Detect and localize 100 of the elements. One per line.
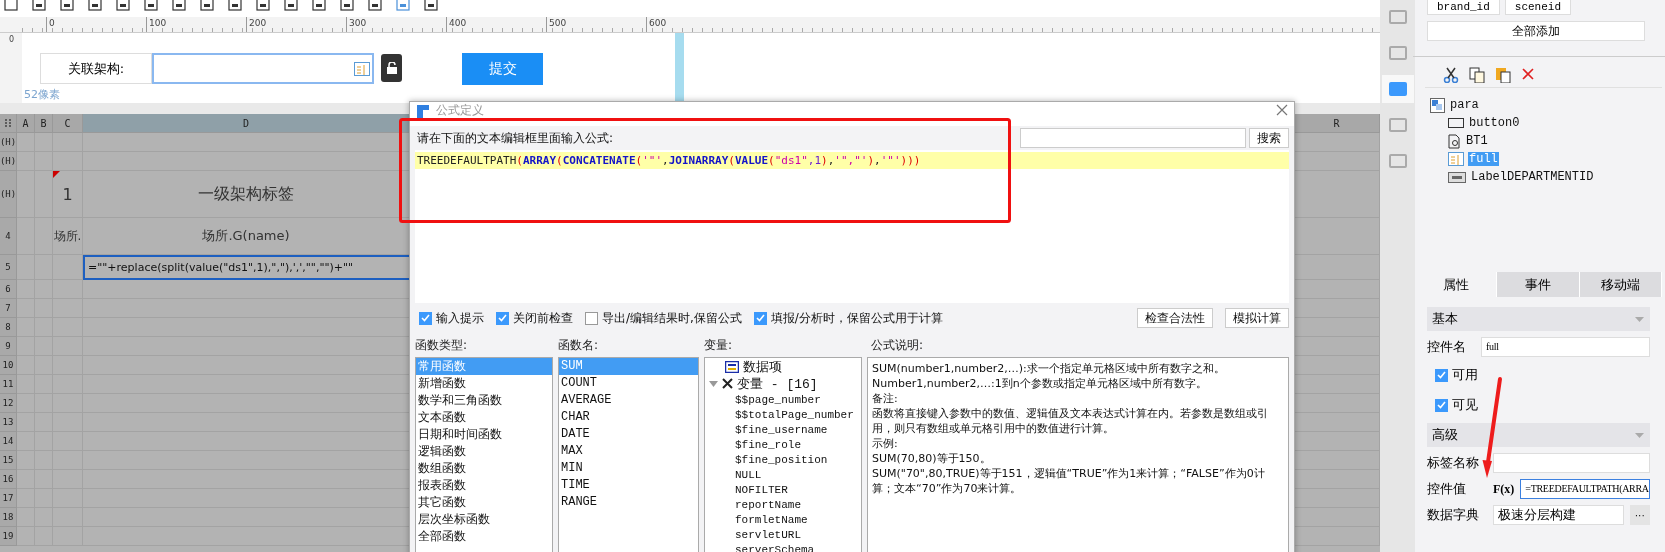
row-header[interactable]: 14	[0, 432, 17, 451]
list-item[interactable]: 层次坐标函数	[416, 511, 552, 528]
tree-item[interactable]: $fine_role	[735, 438, 801, 451]
row-header[interactable]: 11	[0, 375, 17, 394]
list-item[interactable]: DATE	[559, 426, 698, 443]
list-item[interactable]: 数组函数	[416, 460, 552, 477]
search-field[interactable]	[1020, 128, 1246, 148]
list-item[interactable]: TIME	[559, 477, 698, 494]
field-chip[interactable]: sceneid	[1504, 0, 1572, 15]
checkbox[interactable]	[753, 311, 767, 325]
column-header[interactable]: B	[35, 114, 53, 133]
tree-item[interactable]: 数据项	[743, 358, 782, 376]
checkbox[interactable]	[585, 311, 598, 325]
delete-icon[interactable]	[1521, 67, 1535, 81]
list-item[interactable]: 其它函数	[416, 494, 552, 511]
tree-item[interactable]: $fine_username	[735, 423, 828, 436]
row-header[interactable]: 19	[0, 527, 17, 546]
row-header[interactable]: 17	[0, 489, 17, 508]
input-field[interactable]: full	[1481, 337, 1650, 357]
section-header[interactable]: 高级	[1427, 423, 1650, 447]
list-item[interactable]: CHAR	[559, 409, 698, 426]
close-icon[interactable]	[1276, 104, 1288, 116]
tree-item[interactable]: formletName	[735, 513, 808, 526]
row-header[interactable]: 9	[0, 337, 17, 356]
section-header[interactable]: 基本	[1427, 307, 1650, 331]
tree-item[interactable]: BT1	[1465, 134, 1489, 148]
table-cell	[17, 527, 35, 546]
panel-tab[interactable]	[1381, 75, 1414, 103]
row-header[interactable]: 18	[0, 508, 17, 527]
ruler-label: 300	[346, 17, 446, 32]
field-label: 控件名	[1427, 338, 1467, 356]
list-item[interactable]: MAX	[559, 443, 698, 460]
list-item[interactable]: 新增函数	[416, 375, 552, 392]
collapse-arrow-icon[interactable]	[709, 380, 718, 387]
formula-editor[interactable]: TREEDEFAULTPATH(ARRAY(CONCATENATE('"',JOINARRAY(VALUE("ds1",1),'","'),'"')))	[415, 150, 1289, 303]
formula-button[interactable]: F(x)	[1493, 481, 1515, 497]
row-header[interactable]: 13	[0, 413, 17, 432]
tab[interactable]: 事件	[1497, 272, 1580, 297]
variable-icon	[722, 378, 733, 389]
tree-item[interactable]: para	[1449, 98, 1480, 112]
tree-item[interactable]: NULL	[735, 468, 762, 481]
tree-item[interactable]: servletURL	[735, 528, 801, 541]
input-field[interactable]	[1493, 453, 1650, 473]
copy-icon[interactable]	[1469, 67, 1485, 83]
row-header[interactable]: 15	[0, 451, 17, 470]
search-button[interactable]: 搜索	[1249, 128, 1289, 148]
tree-item[interactable]: $$page_number	[735, 393, 821, 406]
tree-item[interactable]: serverSchema	[735, 543, 815, 552]
row-header[interactable]: (H)	[0, 152, 17, 171]
lock-button[interactable]	[381, 54, 402, 82]
row-header[interactable]: 7	[0, 299, 17, 318]
input-field[interactable]: =TREEDEFAULTPATH(ARRA	[1520, 479, 1650, 499]
row-header[interactable]: 12	[0, 394, 17, 413]
column-header[interactable]: C	[53, 114, 83, 133]
action-button[interactable]: 模拟计算	[1225, 308, 1289, 328]
checkbox[interactable]	[419, 311, 432, 325]
cut-icon[interactable]	[1443, 67, 1459, 83]
list-item[interactable]: AVERAGE	[559, 392, 698, 409]
row-header[interactable]: 10	[0, 356, 17, 375]
column-header[interactable]: A	[17, 114, 35, 133]
row-header[interactable]: (H)	[0, 133, 17, 152]
list-item[interactable]: 数学和三角函数	[416, 392, 552, 409]
checkbox[interactable]	[496, 311, 509, 325]
action-button[interactable]: 检查合法性	[1137, 308, 1213, 328]
row-header[interactable]: 4	[0, 218, 17, 255]
tree-item[interactable]: $$totalPage_number	[735, 408, 854, 421]
row-header[interactable]: 6	[0, 280, 17, 299]
tree-item[interactable]: button0	[1468, 116, 1521, 130]
tree-item[interactable]: $fine_position	[735, 453, 828, 466]
row-header[interactable]: (H)	[0, 171, 17, 218]
tree-item[interactable]: LabelDEPARTMENTID	[1470, 170, 1595, 184]
list-item[interactable]: 日期和时间函数	[416, 426, 552, 443]
more-button[interactable]: ···	[1629, 505, 1650, 525]
formula-text: TREEDEFAULTPATH(ARRAY(CONCATENATE('"',JOINARRAY(VALUE("ds1",1),'","'),'"')))	[415, 152, 1289, 169]
list-item[interactable]: MIN	[559, 460, 698, 477]
ruler-label: 0	[46, 17, 146, 32]
list-item[interactable]: RANGE	[559, 494, 698, 511]
list-item[interactable]: 报表函数	[416, 477, 552, 494]
field-chip[interactable]: brand_id	[1427, 0, 1500, 15]
tree-item[interactable]: NOFILTER	[735, 483, 788, 496]
list-item[interactable]: COUNT	[559, 375, 698, 392]
tree-item[interactable]: reportName	[735, 498, 801, 511]
tree-item[interactable]: 变量 - [16]	[737, 374, 818, 393]
tree-widget-icon	[1448, 152, 1464, 166]
input-field[interactable]	[152, 53, 374, 84]
app-logo-icon	[416, 104, 430, 119]
paste-icon[interactable]	[1495, 67, 1511, 83]
row-header[interactable]: 16	[0, 470, 17, 489]
list-item[interactable]: 文本函数	[416, 409, 552, 426]
column-header[interactable]: R	[1294, 114, 1380, 133]
row-header[interactable]: 8	[0, 318, 17, 337]
add-all-button[interactable]: 全部添加	[1427, 21, 1645, 41]
form-icon	[1430, 97, 1445, 113]
checkbox[interactable]	[1435, 398, 1448, 412]
tab[interactable]: 移动端	[1579, 272, 1662, 297]
list-item[interactable]: 全部函数	[416, 528, 552, 545]
list-item[interactable]: 逻辑函数	[416, 443, 552, 460]
row-header[interactable]: 5	[0, 255, 17, 280]
checkbox[interactable]	[1435, 368, 1448, 382]
input-field[interactable]: 极速分层构建	[1493, 505, 1624, 525]
